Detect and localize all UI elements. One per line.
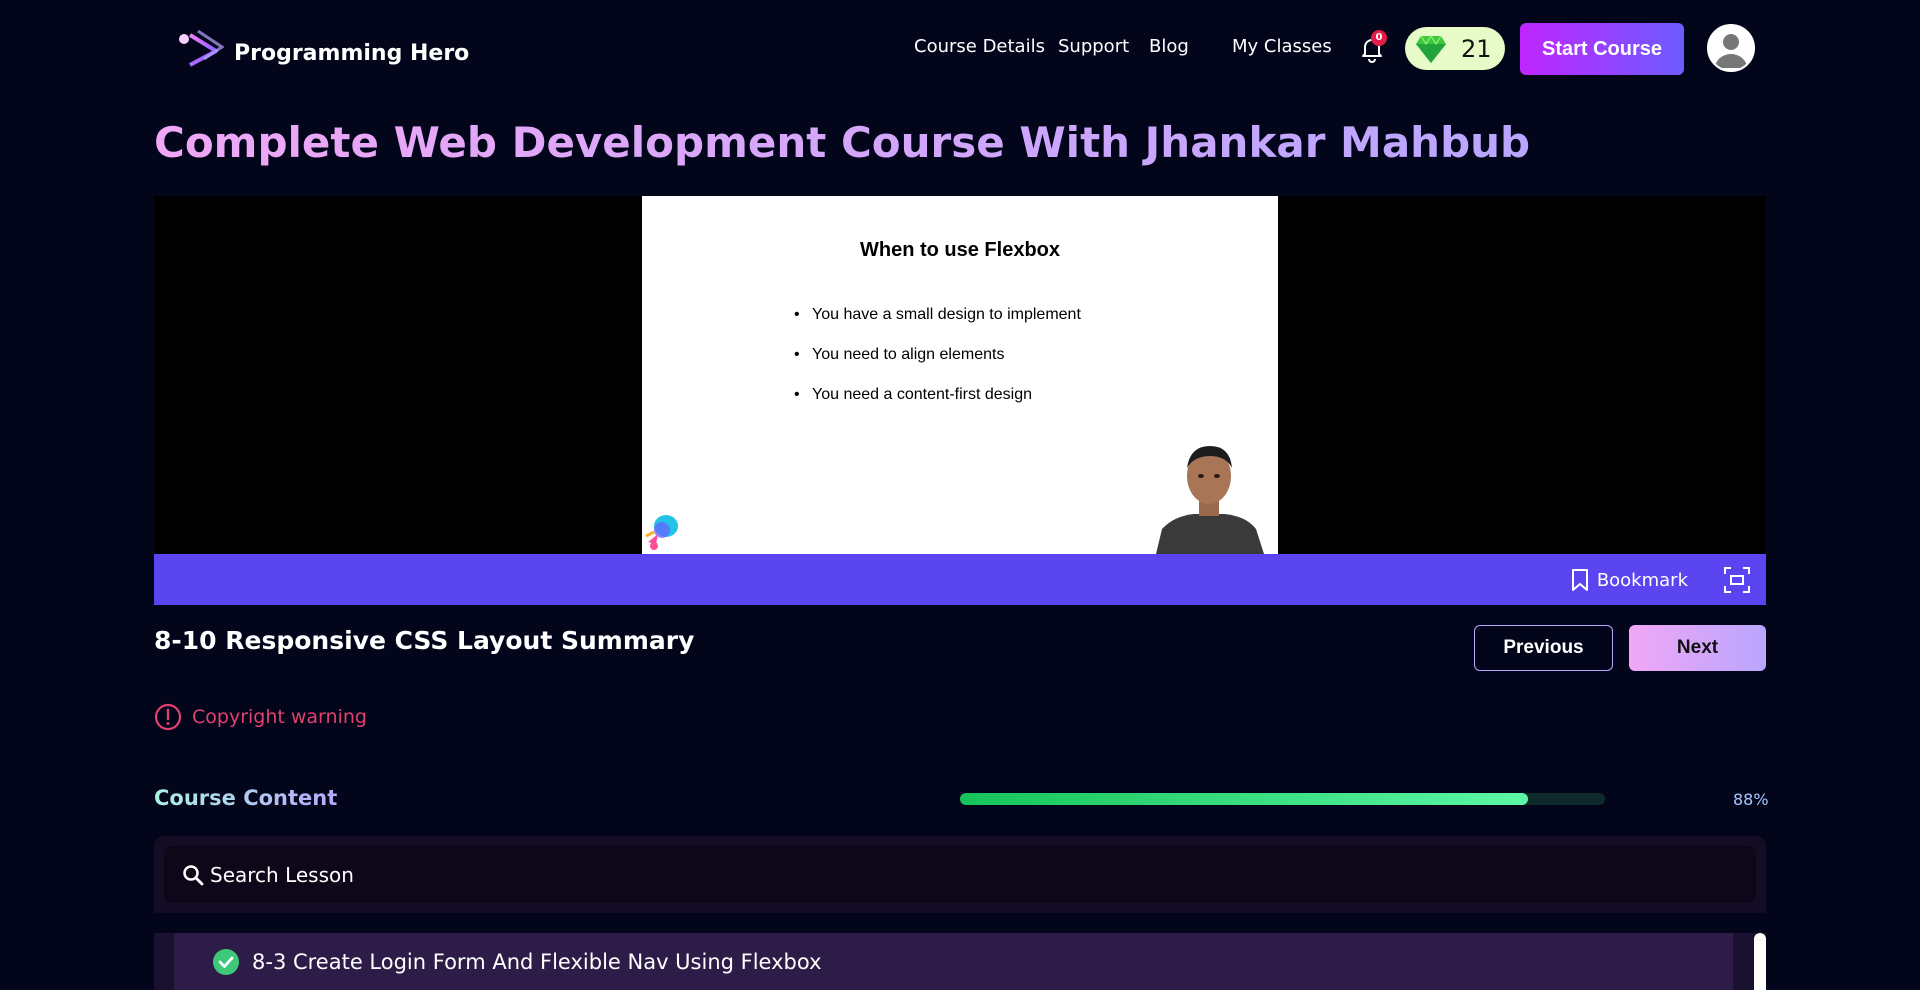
rocket-logo-icon bbox=[645, 515, 678, 550]
slide-bullet-list: You have a small design to implement You… bbox=[794, 306, 1081, 426]
slide-title: When to use Flexbox bbox=[859, 239, 1061, 261]
next-button[interactable]: Next bbox=[1629, 625, 1766, 671]
course-content-title: Course Content bbox=[154, 786, 338, 810]
lesson-search-panel bbox=[154, 836, 1766, 913]
brand-name: Programming Hero bbox=[234, 40, 470, 66]
video-control-bar: Bookmark bbox=[154, 554, 1766, 605]
slide-bullet: You need a content-first design bbox=[794, 386, 1081, 404]
slide-bullet: You have a small design to implement bbox=[794, 306, 1081, 324]
copyright-warning-label: Copyright warning bbox=[192, 706, 367, 728]
slide-bullet: You need to align elements bbox=[794, 346, 1081, 364]
nav-link-my-classes[interactable]: My Classes bbox=[1232, 36, 1332, 57]
avatar[interactable] bbox=[1707, 24, 1755, 72]
course-progress-percent: 88% bbox=[1733, 790, 1769, 809]
list-item[interactable]: 8-3 Create Login Form And Flexible Nav U… bbox=[174, 933, 1733, 990]
logo-icon bbox=[179, 29, 224, 79]
lesson-title: 8-10 Responsive CSS Layout Summary bbox=[154, 626, 695, 655]
user-avatar-icon bbox=[1709, 26, 1753, 70]
lesson-search-box[interactable] bbox=[164, 846, 1756, 903]
previous-button[interactable]: Previous bbox=[1474, 625, 1613, 671]
lesson-list: 8-3 Create Login Form And Flexible Nav U… bbox=[154, 933, 1766, 990]
lesson-item-label: 8-3 Create Login Form And Flexible Nav U… bbox=[252, 949, 822, 974]
nav-link-support[interactable]: Support bbox=[1058, 36, 1129, 57]
video-player[interactable]: When to use Flexbox You have a small des… bbox=[154, 196, 1766, 554]
search-input[interactable] bbox=[210, 862, 1710, 887]
bookmark-icon bbox=[1571, 569, 1588, 591]
copyright-warning[interactable]: Copyright warning bbox=[154, 703, 367, 731]
presenter-webcam bbox=[1144, 434, 1274, 554]
notification-bell[interactable]: 0 bbox=[1357, 30, 1387, 64]
nav-link-course-details[interactable]: Course Details bbox=[914, 36, 1045, 57]
gem-counter[interactable]: 21 bbox=[1405, 27, 1505, 70]
bookmark-button[interactable]: Bookmark bbox=[1571, 568, 1688, 592]
search-icon bbox=[183, 864, 204, 885]
lesson-list-scrollbar[interactable] bbox=[1754, 933, 1766, 990]
video-slide: When to use Flexbox You have a small des… bbox=[642, 196, 1278, 554]
notification-count-badge: 0 bbox=[1371, 30, 1387, 46]
warning-icon bbox=[154, 703, 182, 731]
bookmark-label: Bookmark bbox=[1596, 569, 1688, 591]
top-navbar: Programming Hero Course Details Support … bbox=[0, 0, 1920, 97]
course-progress-bar bbox=[960, 793, 1605, 805]
nav-link-blog[interactable]: Blog bbox=[1149, 36, 1189, 57]
page-title: Complete Web Development Course With Jha… bbox=[154, 118, 1531, 167]
fullscreen-icon[interactable] bbox=[1724, 567, 1750, 593]
brand-logo[interactable]: Programming Hero bbox=[176, 25, 469, 81]
check-circle-icon bbox=[213, 948, 239, 975]
course-progress-fill bbox=[960, 793, 1528, 805]
gem-icon bbox=[1416, 34, 1446, 63]
gem-count: 21 bbox=[1461, 34, 1492, 63]
start-course-button[interactable]: Start Course bbox=[1520, 23, 1684, 75]
